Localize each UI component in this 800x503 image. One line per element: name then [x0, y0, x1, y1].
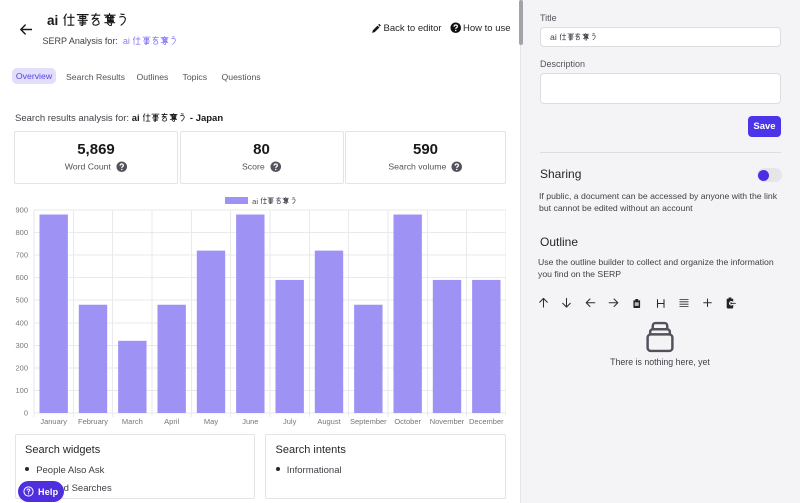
svg-text:100: 100 [15, 386, 28, 395]
svg-text:January: January [40, 417, 67, 426]
svg-text:August: August [317, 417, 341, 426]
svg-text:September: September [350, 417, 387, 426]
svg-text:February: February [78, 417, 108, 426]
svg-text:May: May [204, 417, 218, 426]
svg-text:June: June [242, 417, 258, 426]
svg-text:800: 800 [15, 228, 28, 237]
svg-text:900: 900 [15, 206, 28, 215]
svg-text:0: 0 [24, 409, 28, 418]
svg-text:500: 500 [15, 296, 28, 305]
svg-text:December: December [469, 417, 504, 426]
svg-text:400: 400 [15, 318, 28, 327]
svg-text:700: 700 [15, 251, 28, 260]
svg-text:200: 200 [15, 363, 28, 372]
svg-text:October: October [394, 417, 421, 426]
svg-text:March: March [122, 417, 143, 426]
svg-text:April: April [164, 417, 179, 426]
svg-text:November: November [430, 417, 465, 426]
svg-text:600: 600 [15, 273, 28, 282]
svg-text:300: 300 [15, 341, 28, 350]
svg-text:July: July [283, 417, 297, 426]
